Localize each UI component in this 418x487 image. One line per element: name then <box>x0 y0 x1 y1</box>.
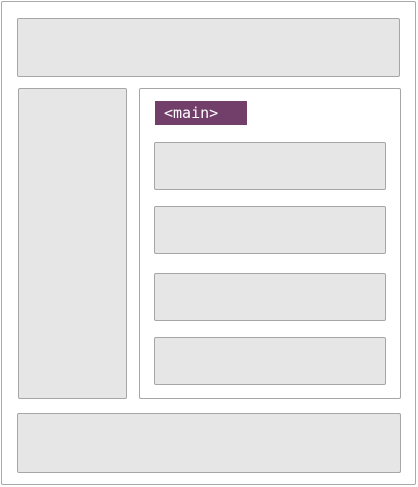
main-content-block-2 <box>154 206 386 254</box>
header-block <box>17 18 400 77</box>
footer-block <box>17 413 401 473</box>
main-tag-label: <main> <box>155 101 247 125</box>
main-content-block-1 <box>154 142 386 190</box>
main-content-block-3 <box>154 273 386 321</box>
sidebar-block <box>18 88 127 399</box>
main-content-block-4 <box>154 337 386 385</box>
